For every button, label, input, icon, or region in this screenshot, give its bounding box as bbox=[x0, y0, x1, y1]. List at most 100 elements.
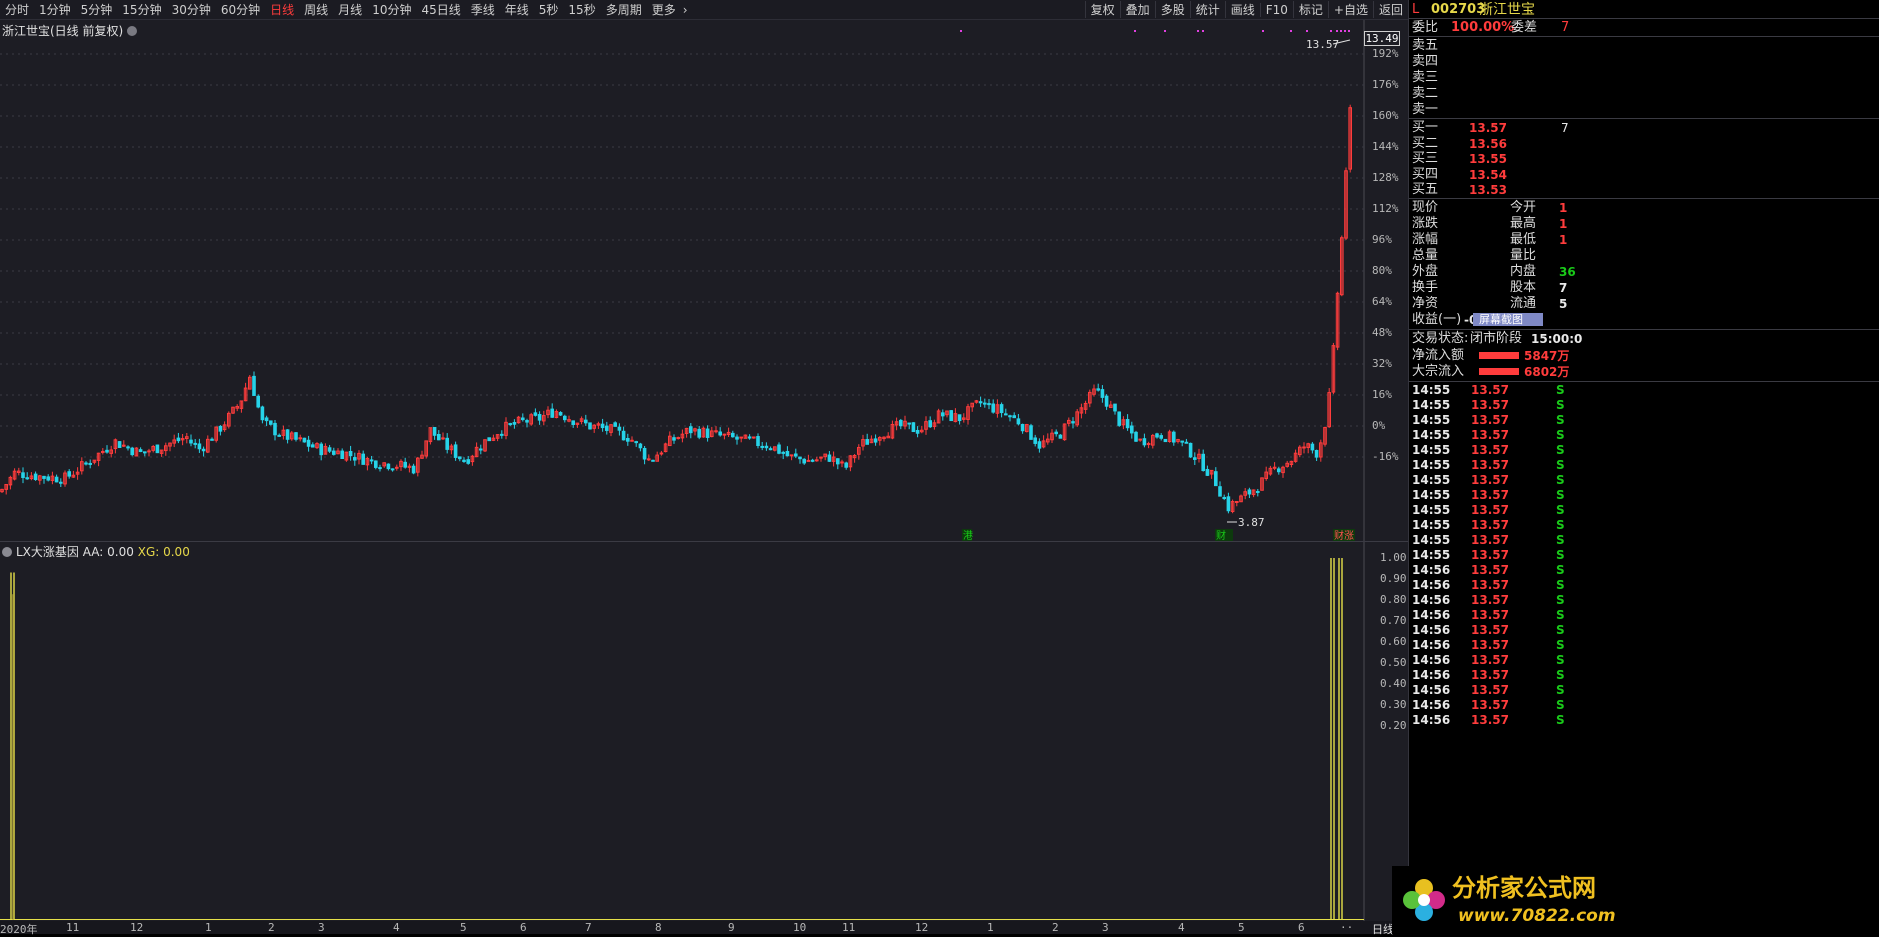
candle-body bbox=[714, 430, 718, 433]
candle-body bbox=[218, 425, 223, 432]
candle-body bbox=[1096, 388, 1101, 391]
ask-level-label: 卖四 bbox=[1412, 54, 1439, 69]
timeframe-tab[interactable]: 15秒 bbox=[563, 1, 600, 18]
candle-body bbox=[836, 458, 840, 465]
timeframe-tab[interactable]: 更多 bbox=[647, 1, 681, 18]
divider bbox=[1409, 329, 1879, 330]
candle-body bbox=[735, 436, 739, 440]
tick-side: S bbox=[1556, 623, 1565, 637]
bid-level-label: 买五 bbox=[1412, 182, 1439, 197]
kline-svg: 13.57 3.87 港 财 财涨 bbox=[0, 20, 1365, 541]
candle-body bbox=[621, 430, 626, 441]
candle-body bbox=[802, 458, 807, 464]
stat-label: 净资 bbox=[1412, 296, 1439, 311]
timeframe-tab[interactable]: 10分钟 bbox=[367, 1, 416, 18]
high-price-label: 13.57 bbox=[1306, 38, 1339, 51]
candle-body bbox=[374, 460, 378, 468]
candle-body bbox=[844, 462, 849, 468]
timeframe-tab[interactable]: 日线 bbox=[265, 1, 299, 18]
date-axis-label: 1 bbox=[205, 921, 212, 934]
tick-price: 13.57 bbox=[1471, 713, 1509, 727]
candle-body bbox=[1205, 468, 1210, 476]
indicator-axis-label: 0.40 bbox=[1380, 677, 1407, 690]
candle-body bbox=[59, 481, 63, 484]
candle-body bbox=[911, 422, 916, 433]
candle-body bbox=[672, 437, 676, 441]
timeframe-tab[interactable]: 季线 bbox=[466, 1, 500, 18]
stat-value: 1 bbox=[1559, 233, 1568, 247]
tool-button[interactable]: F10 bbox=[1259, 2, 1293, 17]
candle-body bbox=[201, 448, 206, 452]
candle-body bbox=[1020, 423, 1025, 432]
timeframe-tab[interactable]: 年线 bbox=[500, 1, 534, 18]
date-axis-label: 12 bbox=[130, 921, 144, 934]
timeframe-tab[interactable]: 月线 bbox=[333, 1, 367, 18]
indicator-fill bbox=[12, 594, 14, 920]
price-axis-label: 96% bbox=[1372, 233, 1392, 246]
date-axis-scroll[interactable]: ·· bbox=[1340, 921, 1353, 934]
price-axis-label: 144% bbox=[1372, 140, 1399, 153]
tick-time: 14:55 bbox=[1412, 473, 1451, 487]
date-axis-label: 2 bbox=[268, 921, 275, 934]
tool-button[interactable]: 多股 bbox=[1154, 1, 1190, 18]
bid-level-label: 买三 bbox=[1412, 151, 1439, 166]
screenshot-button[interactable]: 屏幕截图 bbox=[1473, 313, 1543, 326]
tool-button[interactable]: 统计 bbox=[1189, 1, 1225, 18]
tick-side: S bbox=[1556, 563, 1565, 577]
candle-body bbox=[533, 412, 538, 416]
tool-button[interactable]: 返回 bbox=[1372, 1, 1408, 18]
timeframe-tab[interactable]: 周线 bbox=[299, 1, 333, 18]
signal-dot bbox=[1306, 30, 1308, 32]
indicator-axis-label: 0.50 bbox=[1380, 656, 1407, 669]
timeframe-tab[interactable]: 1分钟 bbox=[34, 1, 76, 18]
timeframe-tab[interactable]: 45日线 bbox=[416, 1, 465, 18]
tool-button[interactable]: 标记 bbox=[1292, 1, 1328, 18]
timeframe-tab[interactable]: 5秒 bbox=[534, 1, 564, 18]
signal-dot bbox=[1134, 30, 1136, 32]
candle-body bbox=[210, 438, 214, 441]
tick-side: S bbox=[1556, 548, 1565, 562]
tool-button[interactable]: +自选 bbox=[1327, 1, 1373, 18]
signal-dot bbox=[1340, 30, 1342, 32]
candle-body bbox=[525, 420, 529, 423]
signal-dot bbox=[960, 30, 962, 32]
tick-price: 13.57 bbox=[1471, 563, 1509, 577]
tool-button[interactable]: 复权 bbox=[1084, 1, 1120, 18]
timeframe-tab[interactable]: 5分钟 bbox=[76, 1, 118, 18]
candle-body bbox=[193, 442, 197, 445]
candle-body bbox=[777, 444, 781, 454]
inflow-value: 5847万 bbox=[1524, 349, 1570, 363]
tick-price: 13.57 bbox=[1471, 383, 1509, 397]
quote-flag: L bbox=[1412, 2, 1420, 17]
candle-body bbox=[395, 466, 399, 469]
stat-label: 内盘 bbox=[1510, 264, 1537, 279]
bid-price: 13.53 bbox=[1469, 183, 1507, 197]
tool-button[interactable]: 画线 bbox=[1224, 1, 1260, 18]
timeframe-tab[interactable]: 分时 bbox=[0, 1, 34, 18]
candle-body bbox=[999, 404, 1004, 414]
last-price-value: 13.49 bbox=[1365, 32, 1399, 45]
stat-label: 量比 bbox=[1510, 248, 1537, 263]
tick-price: 13.57 bbox=[1471, 623, 1509, 637]
timeframe-tab[interactable]: 30分钟 bbox=[167, 1, 216, 18]
candle-body bbox=[1100, 389, 1105, 398]
candle-body bbox=[638, 443, 643, 449]
price-axis-label: 112% bbox=[1372, 202, 1399, 215]
date-axis-label: 11 bbox=[66, 921, 80, 934]
logo-title: 分析家公式网 bbox=[1452, 874, 1596, 902]
timeframe-tab[interactable]: 多周期 bbox=[601, 1, 647, 18]
candle-body bbox=[147, 450, 151, 453]
candle-body bbox=[1146, 443, 1151, 446]
candle-body bbox=[25, 477, 29, 480]
stat-value: 36 bbox=[1559, 265, 1576, 279]
date-axis-label: 11 bbox=[842, 921, 856, 934]
tick-side: S bbox=[1556, 383, 1565, 397]
tool-button[interactable]: 叠加 bbox=[1119, 1, 1155, 18]
timeframe-tab[interactable]: 15分钟 bbox=[117, 1, 166, 18]
timeframe-tab[interactable]: 60分钟 bbox=[216, 1, 265, 18]
date-axis-label: 7 bbox=[585, 921, 592, 934]
candle-body bbox=[588, 422, 592, 430]
tick-time: 14:56 bbox=[1412, 608, 1451, 622]
chevron-right-icon[interactable]: › bbox=[681, 3, 690, 17]
candle-body bbox=[571, 420, 576, 425]
